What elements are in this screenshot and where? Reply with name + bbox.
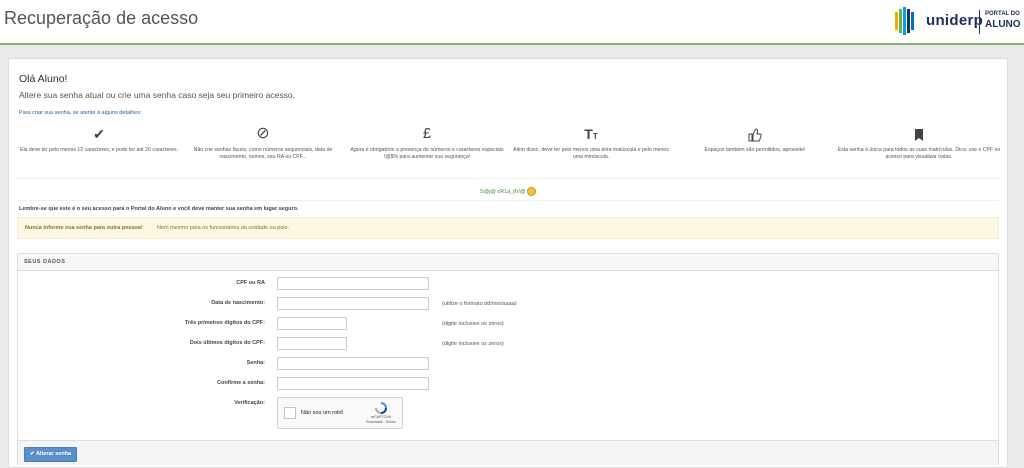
cpf-last-digits-hint: (digite inclusive os zeros): [442, 341, 504, 347]
text-height-icon: TT: [584, 126, 598, 142]
portal-label-big: ALUNO: [985, 19, 1021, 30]
data-panel: SEUS DADOS CPF ou RA Data de nascimento:…: [17, 253, 999, 465]
tip-special-chars: £ Agora é obrigatório a presença de núme…: [345, 125, 509, 161]
cpf-ra-input[interactable]: [277, 277, 429, 290]
cpf-last-digits-label: Dois últimos dígitos do CPF:: [189, 340, 265, 346]
cpf-last-digits-input[interactable]: [277, 337, 347, 350]
change-password-button[interactable]: ✔ Alterar senha: [24, 447, 78, 462]
confirm-password-label: Confirme a senha:: [217, 380, 265, 386]
intro-subtitle: Altere sua senha atual ou crie uma senha…: [19, 90, 295, 100]
tips-heading: Para criar sua senha, se atente à alguns…: [19, 110, 142, 116]
thumbs-up-icon: [673, 125, 837, 143]
password-tips: ✔ Ela deve ter pelo menos 12 caracteres,…: [17, 125, 1001, 175]
form-footer: ✔ Alterar senha: [18, 440, 998, 465]
tip-text: Esta senha é única para todos as suas ma…: [837, 147, 1001, 160]
recaptcha-label: Não sou um robô: [301, 410, 344, 416]
verification-label: Verificação:: [234, 400, 265, 406]
warning-alert: Nunca informe sua senha para outra pesso…: [17, 217, 999, 239]
tip-spaces: Espaços também são permitidos, aproveite…: [673, 125, 837, 154]
tip-unique: Esta senha é única para todos as suas ma…: [837, 125, 1001, 161]
bookmark-icon: [837, 125, 1001, 143]
tip-length: ✔ Ela deve ter pelo menos 12 caracteres,…: [17, 125, 181, 154]
brand-name: uniderp: [926, 12, 984, 29]
confirm-password-input[interactable]: [277, 377, 429, 390]
recaptcha-logo-icon: [375, 402, 387, 414]
check-icon: ✔: [30, 451, 35, 457]
alert-strong: Nunca informe sua senha para outra pesso…: [25, 225, 143, 231]
example-text: S@j@ cR1a_tIV@: [479, 188, 526, 195]
logo-divider: [979, 10, 980, 34]
page-title: Recuperação de acesso: [4, 8, 199, 28]
panel-heading: SEUS DADOS: [18, 254, 998, 271]
button-label: Alterar senha: [35, 451, 72, 457]
cpf-first-digits-hint: (digite inclusive os zeros): [442, 321, 504, 327]
smile-icon: [527, 187, 537, 196]
tip-text: Não crie senhas fáceis, como números seq…: [193, 147, 333, 160]
birthdate-label: Data de nascimento:: [211, 300, 265, 306]
check-icon: ✔: [93, 126, 105, 142]
top-header: Recuperação de acesso uniderp PORTAL DO …: [0, 0, 1024, 45]
uniderp-mark-icon: [895, 7, 914, 35]
ban-icon: ⊘: [256, 125, 270, 142]
cpf-first-digits-input[interactable]: [277, 317, 347, 330]
alert-text: Nem mesmo para os funcionários da unidad…: [157, 225, 290, 231]
recaptcha-widget: Não sou um robô reCAPTCHA Privacidade - …: [277, 397, 403, 429]
cpf-ra-label: CPF ou RA: [236, 280, 265, 286]
password-example: S@j@ cR1a_tIV@: [9, 187, 1007, 196]
tip-case: TT Além disso, deve ter pelo menos uma l…: [509, 125, 673, 161]
birthdate-hint: (utilize o formato dd/mm/aaaa): [442, 301, 517, 307]
recaptcha-checkbox[interactable]: [284, 407, 296, 419]
uniderp-logo[interactable]: uniderp PORTAL DO ALUNO: [893, 6, 1023, 38]
divider: [17, 200, 999, 201]
cpf-first-digits-label: Três primeiros dígitos do CPF:: [184, 320, 265, 326]
pound-icon: £: [422, 125, 432, 142]
password-label: Senha:: [246, 360, 265, 366]
tip-easy: ⊘ Não crie senhas fáceis, como números s…: [181, 125, 345, 161]
divider: [17, 178, 999, 179]
portal-label-small: PORTAL DO: [985, 11, 1020, 17]
birthdate-input[interactable]: [277, 297, 429, 310]
greeting: Olá Aluno!: [19, 73, 68, 85]
recovery-card: Olá Aluno! Altere sua senha atual ou cri…: [8, 58, 1008, 468]
recaptcha-brand: reCAPTCHA: [370, 415, 392, 419]
tip-text: Além disso, deve ter pelo menos uma letr…: [513, 147, 669, 160]
tip-text: Agora é obrigatório a presença de número…: [350, 147, 504, 160]
remember-note: Lembre-se que este é o seu acesso para o…: [19, 206, 299, 212]
tip-text: Espaços também são permitidos, aproveite…: [704, 147, 806, 153]
panel-title: SEUS DADOS: [24, 259, 66, 265]
recaptcha-links[interactable]: Privacidade - Termos: [364, 420, 398, 424]
password-input[interactable]: [277, 357, 429, 370]
tip-text: Ela deve ter pelo menos 12 caracteres, e…: [19, 147, 179, 153]
